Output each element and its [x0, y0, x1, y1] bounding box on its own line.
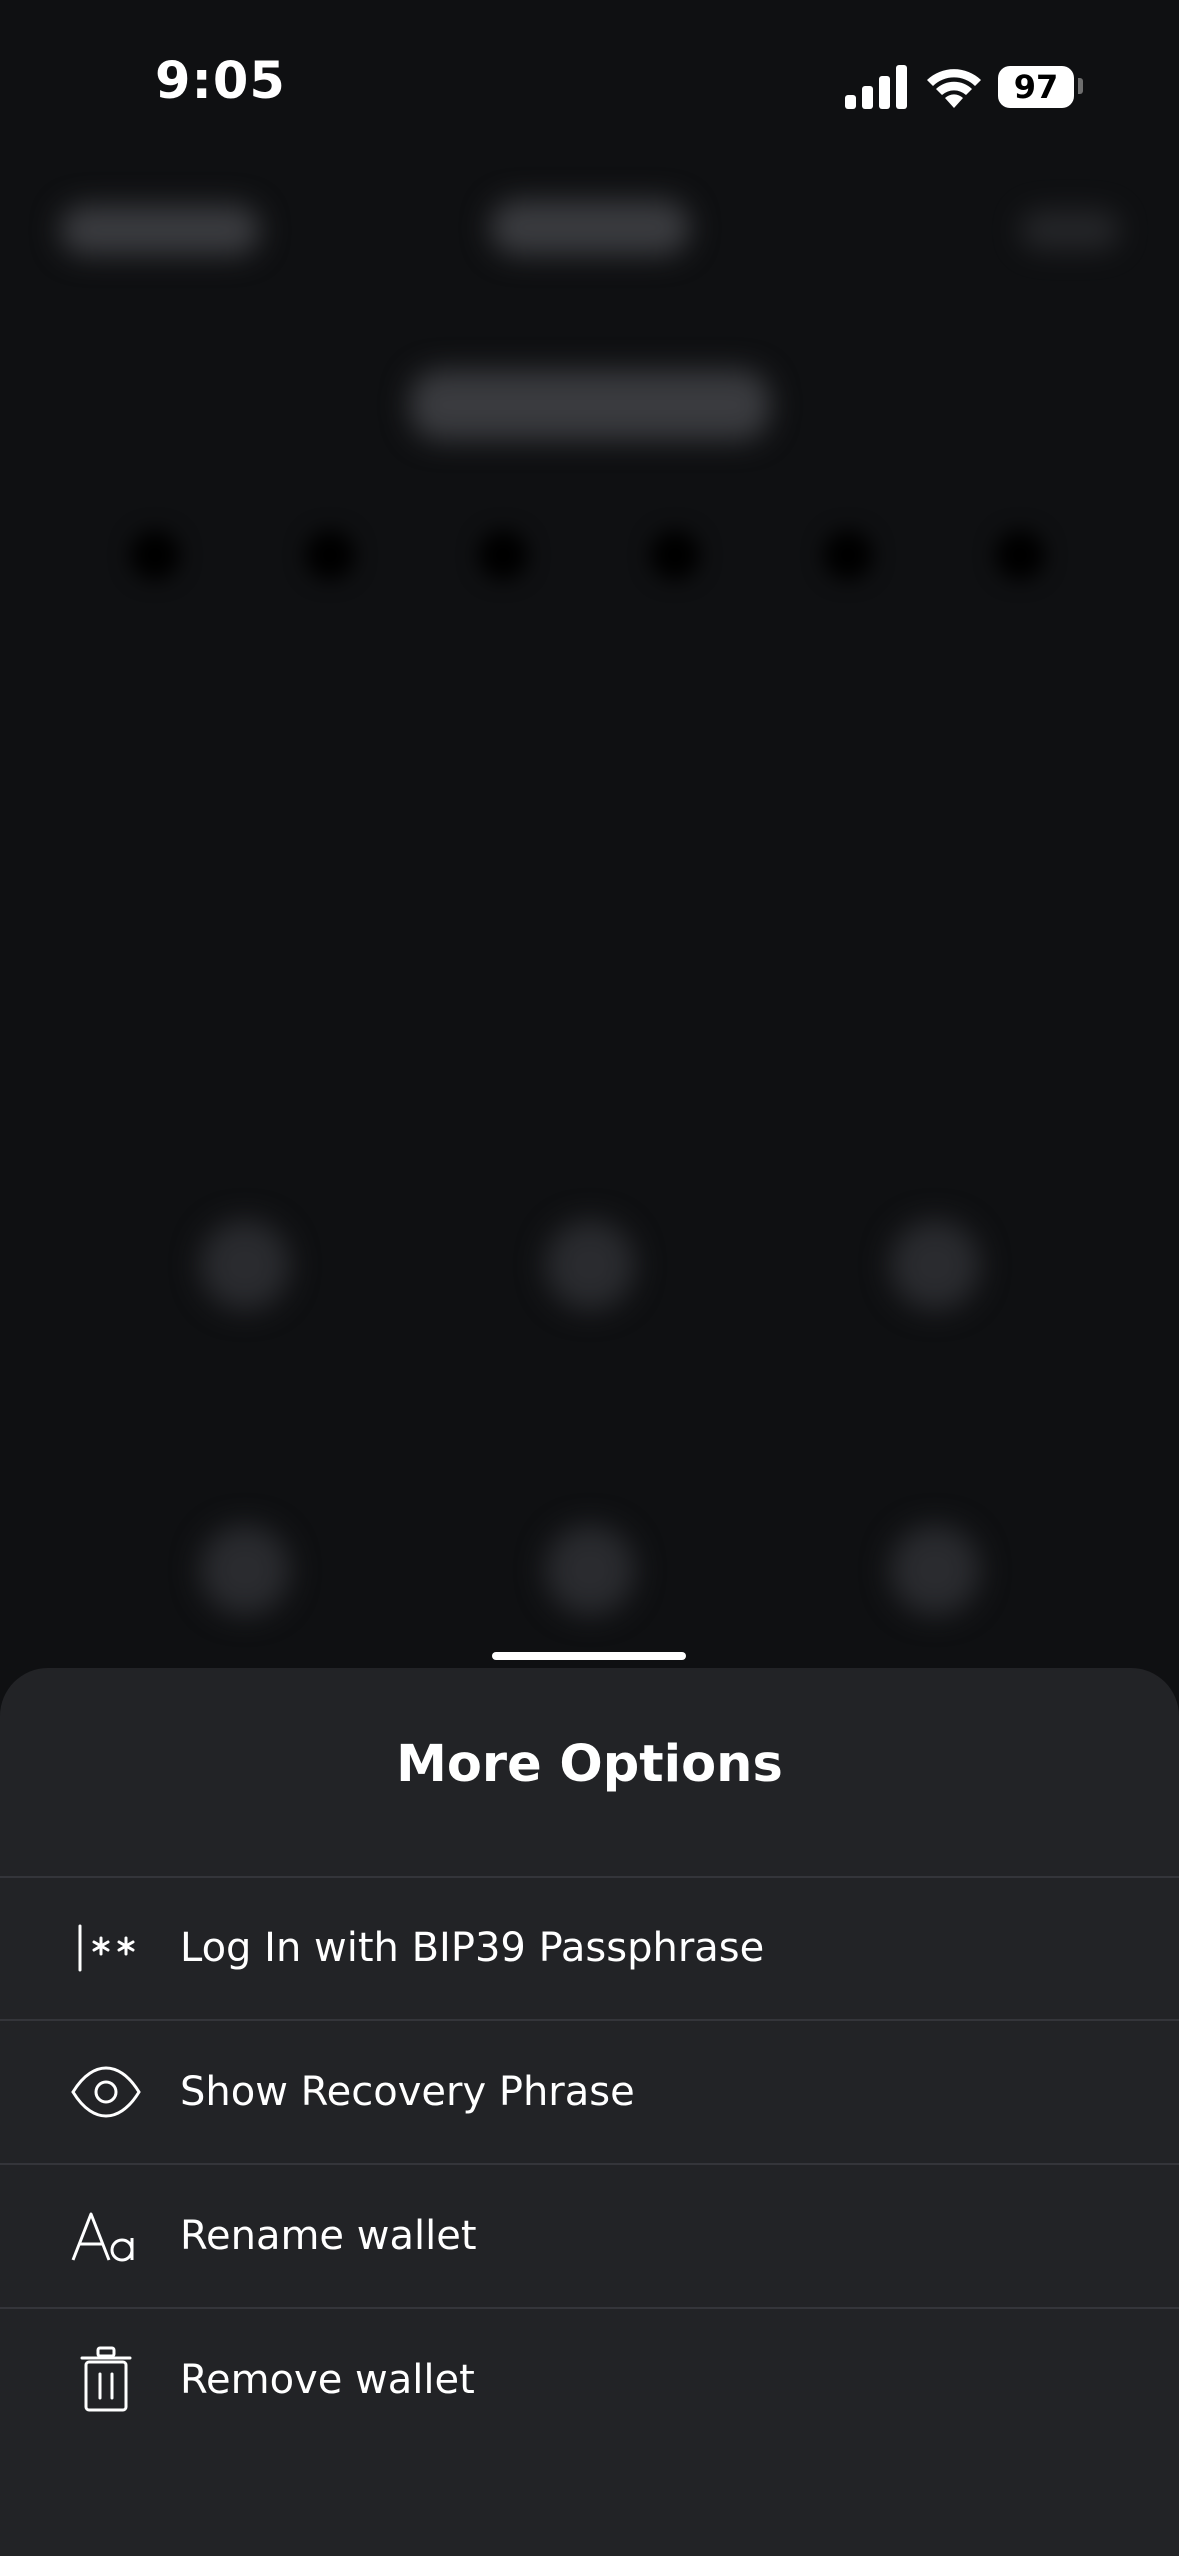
trash-icon — [80, 2346, 132, 2412]
option-show-recovery-phrase[interactable]: Show Recovery Phrase — [0, 2021, 1179, 2163]
cellular-signal-icon — [845, 65, 907, 109]
option-label: Remove wallet — [180, 2357, 475, 2403]
option-label: Show Recovery Phrase — [180, 2069, 635, 2115]
blurred-header-right — [1020, 210, 1120, 250]
blurred-header-center — [490, 200, 690, 255]
option-label: Rename wallet — [180, 2213, 477, 2259]
blurred-title — [410, 370, 770, 440]
option-rename-wallet[interactable]: Rename wallet — [0, 2165, 1179, 2307]
blurred-dot — [995, 530, 1045, 580]
blurred-key — [890, 1220, 980, 1310]
blurred-key — [200, 1220, 290, 1310]
passphrase-icon — [78, 1924, 135, 1972]
battery-tip — [1078, 78, 1083, 94]
blurred-dot — [823, 530, 873, 580]
text-format-icon — [71, 2212, 134, 2262]
blurred-dot — [130, 530, 180, 580]
sheet-grabber[interactable] — [492, 1652, 686, 1660]
blurred-key — [545, 1525, 635, 1615]
option-remove-wallet[interactable]: Remove wallet — [0, 2309, 1179, 2451]
eye-icon — [71, 2066, 141, 2118]
blurred-key — [200, 1525, 290, 1615]
blurred-header-left — [60, 205, 260, 255]
blurred-key — [545, 1220, 635, 1310]
wifi-icon — [927, 69, 981, 108]
blurred-dot — [478, 530, 528, 580]
battery-icon: 97 — [998, 66, 1074, 108]
status-time: 9:05 — [155, 52, 286, 111]
status-bar: 9:05 97 — [0, 0, 1179, 170]
battery-level: 97 — [1013, 68, 1059, 106]
blurred-dot — [650, 530, 700, 580]
option-label: Log In with BIP39 Passphrase — [180, 1925, 765, 1971]
blurred-key — [890, 1525, 980, 1615]
option-bip39-passphrase[interactable]: Log In with BIP39 Passphrase — [0, 1877, 1179, 2019]
blurred-dot — [305, 530, 355, 580]
sheet-title: More Options — [396, 1735, 783, 1794]
blurred-background — [0, 170, 1179, 1670]
